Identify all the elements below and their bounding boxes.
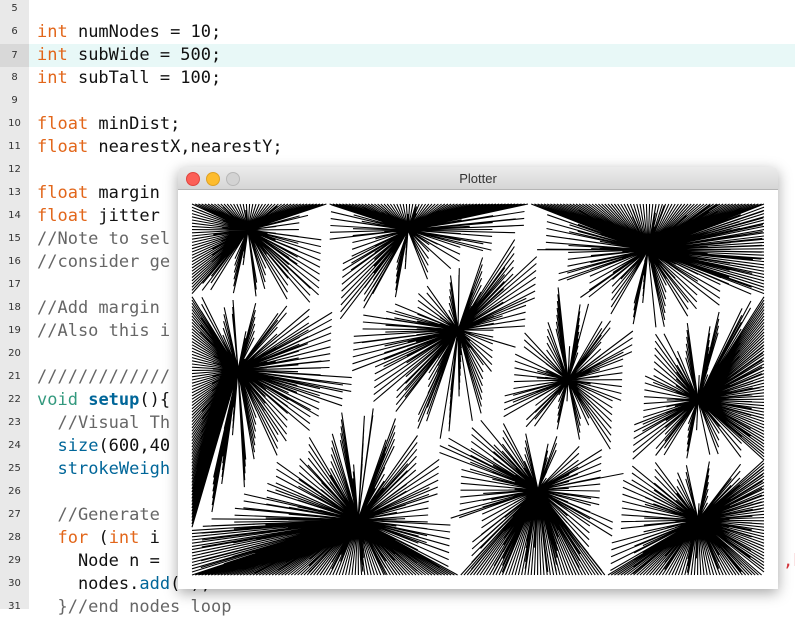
code-line[interactable]: 9 [0,90,795,113]
line-number: 31 [8,601,21,612]
line-number: 20 [8,348,21,359]
code-token: int [108,528,140,548]
code-text: Node n = [37,550,160,573]
code-token: int [37,22,68,42]
code-token: //Also this i [37,321,171,341]
line-number: 29 [8,555,21,566]
code-token: strokeWeigh [57,459,171,479]
line-number: 17 [8,279,21,290]
code-token: for [57,528,89,548]
code-overflow-text: ,h [783,551,795,571]
code-token: //consider ge [37,252,171,272]
window-title: Plotter [459,171,497,186]
line-number: 26 [8,486,21,497]
code-text: float minDist; [37,113,180,136]
code-text: float margin [37,182,160,205]
code-token: margin [88,183,160,203]
code-token: float [37,206,89,226]
code-token: subTall = 100; [67,68,222,88]
code-token: int [37,45,68,65]
code-text: float nearestX,nearestY; [37,136,283,159]
code-token: nearestX,nearestY; [88,137,283,157]
code-line[interactable]: 10 float minDist; [0,113,795,136]
line-number: 18 [8,302,21,313]
code-token: (600,40 [98,436,171,456]
code-text: void setup(){ [37,389,170,412]
code-token: //Generate [37,505,160,525]
code-token: //Visual Th [37,413,171,433]
line-number: 11 [8,141,21,152]
code-token: (){ [139,390,171,410]
line-number: 10 [8,118,21,129]
line-number: 6 [11,26,18,37]
line-number: 22 [8,394,21,405]
code-token: ///////////// [37,367,171,387]
window-titlebar[interactable]: Plotter [178,167,778,190]
code-text: for (int i [37,527,160,550]
code-token: size [57,436,99,456]
code-text: ///////////// [37,366,170,389]
line-number: 7 [0,44,29,67]
code-token: Node n = [37,551,160,571]
code-token: numNodes = 10; [67,22,222,42]
line-number: 15 [8,233,21,244]
code-token: //Add margin [37,298,160,318]
code-token: float [37,114,89,134]
code-text: //consider ge [37,251,170,274]
code-token: int [37,68,68,88]
line-number: 27 [8,509,21,520]
code-text: //Note to sel [37,228,170,251]
code-line[interactable]: 31 }//end nodes loop [0,596,795,619]
code-text: //Add margin [37,297,160,320]
line-number: 14 [8,210,21,221]
code-text: int numNodes = 10; [37,21,221,44]
code-token: setup [88,390,140,410]
line-number: 5 [11,3,18,14]
code-token: void [37,390,78,410]
line-number: 8 [11,72,18,83]
code-text: int subTall = 100; [37,67,221,90]
plotter-window[interactable]: Plotter [178,167,778,589]
line-number: 9 [11,95,18,106]
code-token: nodes. [37,574,140,594]
line-number: 25 [8,463,21,474]
code-token: add [139,574,171,594]
line-number: 21 [8,371,21,382]
line-number: 16 [8,256,21,267]
code-token: minDist; [88,114,181,134]
plot-canvas [178,190,778,589]
code-token: ( [88,528,109,548]
code-token: float [37,137,89,157]
code-text: strokeWeigh [37,458,170,481]
code-token: subWide = 500; [67,45,222,65]
line-number: 23 [8,417,21,428]
line-number: 12 [8,164,21,175]
code-token: i [139,528,160,548]
code-text: //Generate [37,504,160,527]
code-token: float [37,183,89,203]
code-token: //Note to sel [37,229,171,249]
code-line[interactable]: 7 int subWide = 500; [0,44,795,67]
line-number: 24 [8,440,21,451]
line-number: 19 [8,325,21,336]
code-token: jitter [88,206,160,226]
line-number: 13 [8,187,21,198]
code-text: }//end nodes loop [37,596,231,619]
code-text: size(600,40 [37,435,170,458]
code-text: float jitter [37,205,160,228]
code-line[interactable]: 6 int numNodes = 10; [0,21,795,44]
line-number: 28 [8,532,21,543]
code-text: //Visual Th [37,412,170,435]
code-line[interactable]: 8 int subTall = 100; [0,67,795,90]
code-token: }//end nodes loop [37,597,232,617]
code-text: int subWide = 500; [37,44,221,67]
line-number: 30 [8,578,21,589]
code-text: //Also this i [37,320,170,343]
code-line[interactable]: 5 [0,0,795,21]
code-line[interactable]: 11 float nearestX,nearestY; [0,136,795,159]
